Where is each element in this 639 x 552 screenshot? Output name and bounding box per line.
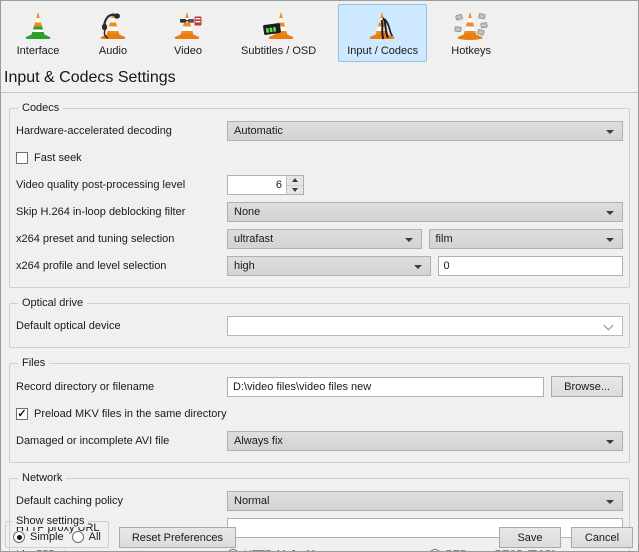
- save-button[interactable]: Save: [499, 527, 561, 548]
- dropdown-arrow-icon: [606, 440, 614, 444]
- fast-seek-checkbox[interactable]: Fast seek: [16, 152, 82, 164]
- default-optical-device-combo[interactable]: [227, 316, 623, 336]
- tab-subtitles-osd[interactable]: Subtitles / OSD: [232, 4, 325, 62]
- damaged-avi-select[interactable]: Always fix: [227, 431, 623, 451]
- group-optical-drive: Optical drive Default optical device: [9, 303, 630, 348]
- tab-video[interactable]: Video: [157, 4, 219, 62]
- caching-policy-select[interactable]: Normal: [227, 491, 623, 511]
- hardware-decoding-value: Automatic: [234, 125, 283, 137]
- spinner-buttons[interactable]: [286, 176, 303, 194]
- tab-audio-label: Audio: [99, 45, 127, 57]
- group-files-title: Files: [18, 357, 49, 369]
- dropdown-arrow-icon: [606, 130, 614, 134]
- dropdown-arrow-icon: [606, 238, 614, 242]
- damaged-avi-value: Always fix: [234, 435, 283, 447]
- radio-icon: [72, 531, 84, 543]
- caching-policy-label: Default caching policy: [16, 495, 227, 507]
- settings-content: Codecs Hardware-accelerated decoding Aut…: [1, 108, 638, 552]
- tab-video-label: Video: [174, 45, 202, 57]
- browse-button[interactable]: Browse...: [551, 376, 623, 397]
- skip-deblocking-label: Skip H.264 in-loop deblocking filter: [16, 206, 227, 218]
- tab-interface-label: Interface: [17, 45, 60, 57]
- hardware-decoding-label: Hardware-accelerated decoding: [16, 125, 227, 137]
- row-post-processing: Video quality post-processing level 6: [16, 175, 623, 195]
- group-codecs-title: Codecs: [18, 102, 63, 114]
- category-toolbar: Interface Audio: [1, 1, 638, 62]
- page-title-separator: Input & Codecs Settings: [1, 62, 638, 93]
- row-caching-policy: Default caching policy Normal: [16, 491, 623, 511]
- video-icon: [171, 10, 205, 42]
- input-codecs-icon: [366, 10, 400, 42]
- tab-interface[interactable]: Interface: [7, 4, 69, 62]
- post-processing-spinner[interactable]: 6: [227, 175, 304, 195]
- tab-input-codecs-label: Input / Codecs: [347, 45, 418, 57]
- spinner-up-icon[interactable]: [287, 176, 303, 185]
- page-title: Input & Codecs Settings: [4, 69, 176, 86]
- tab-audio[interactable]: Audio: [82, 4, 144, 62]
- group-codecs: Codecs Hardware-accelerated decoding Aut…: [9, 108, 630, 288]
- record-directory-input[interactable]: [227, 377, 544, 397]
- post-processing-label: Video quality post-processing level: [16, 179, 227, 191]
- show-settings-simple-label: Simple: [30, 531, 64, 543]
- row-x264-profile: x264 profile and level selection high: [16, 256, 623, 276]
- caching-policy-value: Normal: [234, 495, 269, 507]
- row-preload-mkv: Preload MKV files in the same directory: [16, 404, 623, 424]
- row-hardware-decoding: Hardware-accelerated decoding Automatic: [16, 121, 623, 141]
- x264-tuning-select[interactable]: film: [429, 229, 624, 249]
- tab-input-codecs[interactable]: Input / Codecs: [338, 4, 427, 62]
- row-fast-seek: Fast seek: [16, 148, 623, 168]
- radio-selected-icon: [13, 531, 25, 543]
- footer-bar: Show settings Simple All Reset Preferenc…: [5, 521, 633, 548]
- dropdown-arrow-icon: [414, 265, 422, 269]
- x264-preset-label: x264 preset and tuning selection: [16, 233, 227, 245]
- row-record-directory: Record directory or filename Browse...: [16, 376, 623, 397]
- show-settings-group: Show settings Simple All: [5, 521, 109, 548]
- tab-subtitles-osd-label: Subtitles / OSD: [241, 45, 316, 57]
- x264-profile-label: x264 profile and level selection: [16, 260, 227, 272]
- row-default-optical-device: Default optical device: [16, 316, 623, 336]
- damaged-avi-label: Damaged or incomplete AVI file: [16, 435, 227, 447]
- show-settings-title: Show settings: [12, 515, 88, 527]
- dropdown-arrow-icon: [606, 500, 614, 504]
- row-skip-deblocking: Skip H.264 in-loop deblocking filter Non…: [16, 202, 623, 222]
- checkbox-icon: [16, 152, 28, 164]
- x264-profile-select[interactable]: high: [227, 256, 431, 276]
- preferences-window: Interface Audio: [0, 0, 639, 552]
- x264-tuning-value: film: [436, 233, 453, 245]
- interface-icon: [21, 10, 55, 42]
- row-damaged-avi: Damaged or incomplete AVI file Always fi…: [16, 431, 623, 451]
- show-settings-all-label: All: [89, 531, 101, 543]
- preload-mkv-label: Preload MKV files in the same directory: [34, 408, 227, 420]
- x264-preset-value: ultrafast: [234, 233, 273, 245]
- fast-seek-label: Fast seek: [34, 152, 82, 164]
- tab-hotkeys[interactable]: Hotkeys: [440, 4, 502, 62]
- skip-deblocking-value: None: [234, 206, 260, 218]
- group-optical-title: Optical drive: [18, 297, 87, 309]
- group-network-title: Network: [18, 472, 66, 484]
- row-x264-preset: x264 preset and tuning selection ultrafa…: [16, 229, 623, 249]
- x264-preset-select[interactable]: ultrafast: [227, 229, 422, 249]
- hardware-decoding-select[interactable]: Automatic: [227, 121, 623, 141]
- preload-mkv-checkbox[interactable]: Preload MKV files in the same directory: [16, 408, 227, 420]
- x264-level-input[interactable]: [438, 256, 624, 276]
- record-directory-label: Record directory or filename: [16, 381, 227, 393]
- post-processing-value: 6: [228, 176, 286, 194]
- group-files: Files Record directory or filename Brows…: [9, 363, 630, 463]
- show-settings-simple-radio[interactable]: Simple: [13, 531, 64, 543]
- show-settings-all-radio[interactable]: All: [72, 531, 101, 543]
- skip-deblocking-select[interactable]: None: [227, 202, 623, 222]
- reset-preferences-button[interactable]: Reset Preferences: [119, 527, 236, 548]
- cancel-button[interactable]: Cancel: [571, 527, 633, 548]
- spinner-down-icon[interactable]: [287, 185, 303, 195]
- chevron-down-icon: [604, 321, 614, 331]
- checkbox-checked-icon: [16, 408, 28, 420]
- x264-profile-value: high: [234, 260, 255, 272]
- hotkeys-icon: [454, 10, 488, 42]
- audio-icon: [96, 10, 130, 42]
- dropdown-arrow-icon: [606, 211, 614, 215]
- subtitles-osd-icon: [262, 10, 296, 42]
- dropdown-arrow-icon: [405, 238, 413, 242]
- tab-hotkeys-label: Hotkeys: [451, 45, 491, 57]
- default-optical-device-label: Default optical device: [16, 320, 227, 332]
